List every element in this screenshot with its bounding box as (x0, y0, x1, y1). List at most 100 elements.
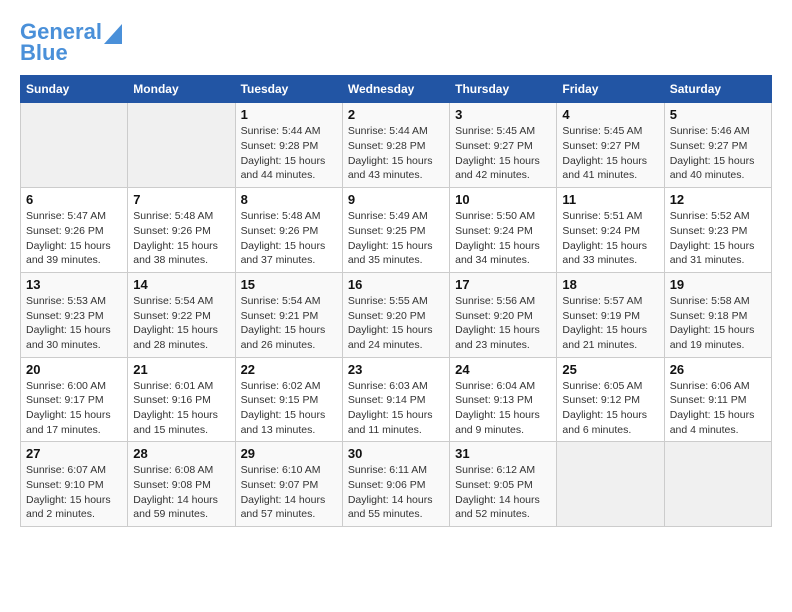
calendar-cell: 22 Sunrise: 6:02 AMSunset: 9:15 PMDayligh… (235, 357, 342, 442)
day-number: 29 (241, 446, 337, 461)
day-info: Sunrise: 6:01 AMSunset: 9:16 PMDaylight:… (133, 379, 229, 438)
day-number: 16 (348, 277, 444, 292)
calendar-row-2: 6 Sunrise: 5:47 AMSunset: 9:26 PMDaylight… (21, 188, 772, 273)
calendar-row-1: 1Sunrise: 5:44 AMSunset: 9:28 PMDaylight… (21, 103, 772, 188)
day-number: 31 (455, 446, 551, 461)
col-header-sunday: Sunday (21, 76, 128, 103)
page-header: General Blue (20, 20, 772, 65)
calendar-cell: 5 Sunrise: 5:46 AMSunset: 9:27 PMDaylight… (664, 103, 771, 188)
col-header-thursday: Thursday (450, 76, 557, 103)
day-info: Sunrise: 6:10 AMSunset: 9:07 PMDaylight:… (241, 463, 337, 522)
calendar-cell: 12Sunrise: 5:52 AMSunset: 9:23 PMDayligh… (664, 188, 771, 273)
calendar-cell: 30 Sunrise: 6:11 AMSunset: 9:06 PMDayligh… (342, 442, 449, 527)
day-info: Sunrise: 6:07 AMSunset: 9:10 PMDaylight:… (26, 463, 122, 522)
day-number: 15 (241, 277, 337, 292)
day-info: Sunrise: 5:50 AMSunset: 9:24 PMDaylight:… (455, 209, 551, 268)
day-info: Sunrise: 6:00 AMSunset: 9:17 PMDaylight:… (26, 379, 122, 438)
calendar-cell: 11 Sunrise: 5:51 AMSunset: 9:24 PMDayligh… (557, 188, 664, 273)
logo-icon (104, 24, 122, 44)
day-info: Sunrise: 6:03 AMSunset: 9:14 PMDaylight:… (348, 379, 444, 438)
day-number: 18 (562, 277, 658, 292)
day-number: 7 (133, 192, 229, 207)
calendar-cell (557, 442, 664, 527)
day-number: 3 (455, 107, 551, 122)
day-info: Sunrise: 5:48 AMSunset: 9:26 PMDaylight:… (241, 209, 337, 268)
day-number: 17 (455, 277, 551, 292)
calendar-cell (664, 442, 771, 527)
calendar-cell: 29 Sunrise: 6:10 AMSunset: 9:07 PMDayligh… (235, 442, 342, 527)
calendar-cell (128, 103, 235, 188)
calendar-cell: 21 Sunrise: 6:01 AMSunset: 9:16 PMDayligh… (128, 357, 235, 442)
day-info: Sunrise: 5:48 AMSunset: 9:26 PMDaylight:… (133, 209, 229, 268)
day-number: 10 (455, 192, 551, 207)
day-info: Sunrise: 5:46 AMSunset: 9:27 PMDaylight:… (670, 124, 766, 183)
calendar-cell: 24Sunrise: 6:04 AMSunset: 9:13 PMDayligh… (450, 357, 557, 442)
day-number: 26 (670, 362, 766, 377)
day-number: 11 (562, 192, 658, 207)
calendar-cell: 23 Sunrise: 6:03 AMSunset: 9:14 PMDayligh… (342, 357, 449, 442)
calendar-cell: 1Sunrise: 5:44 AMSunset: 9:28 PMDaylight… (235, 103, 342, 188)
col-header-tuesday: Tuesday (235, 76, 342, 103)
day-info: Sunrise: 5:58 AMSunset: 9:18 PMDaylight:… (670, 294, 766, 353)
day-info: Sunrise: 5:49 AMSunset: 9:25 PMDaylight:… (348, 209, 444, 268)
calendar-cell: 3 Sunrise: 5:45 AMSunset: 9:27 PMDaylight… (450, 103, 557, 188)
day-number: 23 (348, 362, 444, 377)
day-number: 27 (26, 446, 122, 461)
calendar-cell: 25Sunrise: 6:05 AMSunset: 9:12 PMDayligh… (557, 357, 664, 442)
day-info: Sunrise: 5:53 AMSunset: 9:23 PMDaylight:… (26, 294, 122, 353)
day-info: Sunrise: 5:47 AMSunset: 9:26 PMDaylight:… (26, 209, 122, 268)
day-info: Sunrise: 6:11 AMSunset: 9:06 PMDaylight:… (348, 463, 444, 522)
day-number: 4 (562, 107, 658, 122)
calendar-cell: 19 Sunrise: 5:58 AMSunset: 9:18 PMDayligh… (664, 272, 771, 357)
day-info: Sunrise: 6:06 AMSunset: 9:11 PMDaylight:… (670, 379, 766, 438)
day-number: 25 (562, 362, 658, 377)
day-info: Sunrise: 5:45 AMSunset: 9:27 PMDaylight:… (455, 124, 551, 183)
calendar-cell: 20 Sunrise: 6:00 AMSunset: 9:17 PMDayligh… (21, 357, 128, 442)
day-number: 20 (26, 362, 122, 377)
calendar-cell: 8 Sunrise: 5:48 AMSunset: 9:26 PMDaylight… (235, 188, 342, 273)
calendar-cell: 10 Sunrise: 5:50 AMSunset: 9:24 PMDayligh… (450, 188, 557, 273)
day-info: Sunrise: 5:55 AMSunset: 9:20 PMDaylight:… (348, 294, 444, 353)
day-number: 12 (670, 192, 766, 207)
calendar-cell: 31 Sunrise: 6:12 AMSunset: 9:05 PMDayligh… (450, 442, 557, 527)
calendar-cell: 7 Sunrise: 5:48 AMSunset: 9:26 PMDaylight… (128, 188, 235, 273)
day-number: 6 (26, 192, 122, 207)
calendar-cell: 16 Sunrise: 5:55 AMSunset: 9:20 PMDayligh… (342, 272, 449, 357)
day-number: 30 (348, 446, 444, 461)
calendar-header-row: SundayMondayTuesdayWednesdayThursdayFrid… (21, 76, 772, 103)
day-info: Sunrise: 5:57 AMSunset: 9:19 PMDaylight:… (562, 294, 658, 353)
day-number: 5 (670, 107, 766, 122)
calendar-cell: 9Sunrise: 5:49 AMSunset: 9:25 PMDaylight… (342, 188, 449, 273)
day-info: Sunrise: 5:54 AMSunset: 9:21 PMDaylight:… (241, 294, 337, 353)
day-number: 24 (455, 362, 551, 377)
calendar-cell: 6 Sunrise: 5:47 AMSunset: 9:26 PMDaylight… (21, 188, 128, 273)
calendar-cell: 18 Sunrise: 5:57 AMSunset: 9:19 PMDayligh… (557, 272, 664, 357)
calendar-cell: 2Sunrise: 5:44 AMSunset: 9:28 PMDaylight… (342, 103, 449, 188)
day-info: Sunrise: 5:51 AMSunset: 9:24 PMDaylight:… (562, 209, 658, 268)
day-number: 21 (133, 362, 229, 377)
logo-blue-text: Blue (20, 41, 68, 65)
col-header-saturday: Saturday (664, 76, 771, 103)
day-number: 19 (670, 277, 766, 292)
calendar-row-4: 20 Sunrise: 6:00 AMSunset: 9:17 PMDayligh… (21, 357, 772, 442)
calendar-cell: 26 Sunrise: 6:06 AMSunset: 9:11 PMDayligh… (664, 357, 771, 442)
day-info: Sunrise: 5:44 AMSunset: 9:28 PMDaylight:… (348, 124, 444, 183)
day-info: Sunrise: 5:45 AMSunset: 9:27 PMDaylight:… (562, 124, 658, 183)
day-info: Sunrise: 5:54 AMSunset: 9:22 PMDaylight:… (133, 294, 229, 353)
day-info: Sunrise: 5:56 AMSunset: 9:20 PMDaylight:… (455, 294, 551, 353)
calendar-cell: 28 Sunrise: 6:08 AMSunset: 9:08 PMDayligh… (128, 442, 235, 527)
logo: General Blue (20, 20, 122, 65)
day-info: Sunrise: 6:08 AMSunset: 9:08 PMDaylight:… (133, 463, 229, 522)
calendar-cell: 13 Sunrise: 5:53 AMSunset: 9:23 PMDayligh… (21, 272, 128, 357)
day-number: 8 (241, 192, 337, 207)
day-info: Sunrise: 6:12 AMSunset: 9:05 PMDaylight:… (455, 463, 551, 522)
day-number: 13 (26, 277, 122, 292)
day-number: 14 (133, 277, 229, 292)
day-number: 28 (133, 446, 229, 461)
day-info: Sunrise: 5:44 AMSunset: 9:28 PMDaylight:… (241, 124, 337, 183)
day-info: Sunrise: 6:02 AMSunset: 9:15 PMDaylight:… (241, 379, 337, 438)
calendar-cell: 14 Sunrise: 5:54 AMSunset: 9:22 PMDayligh… (128, 272, 235, 357)
col-header-wednesday: Wednesday (342, 76, 449, 103)
day-number: 22 (241, 362, 337, 377)
col-header-monday: Monday (128, 76, 235, 103)
